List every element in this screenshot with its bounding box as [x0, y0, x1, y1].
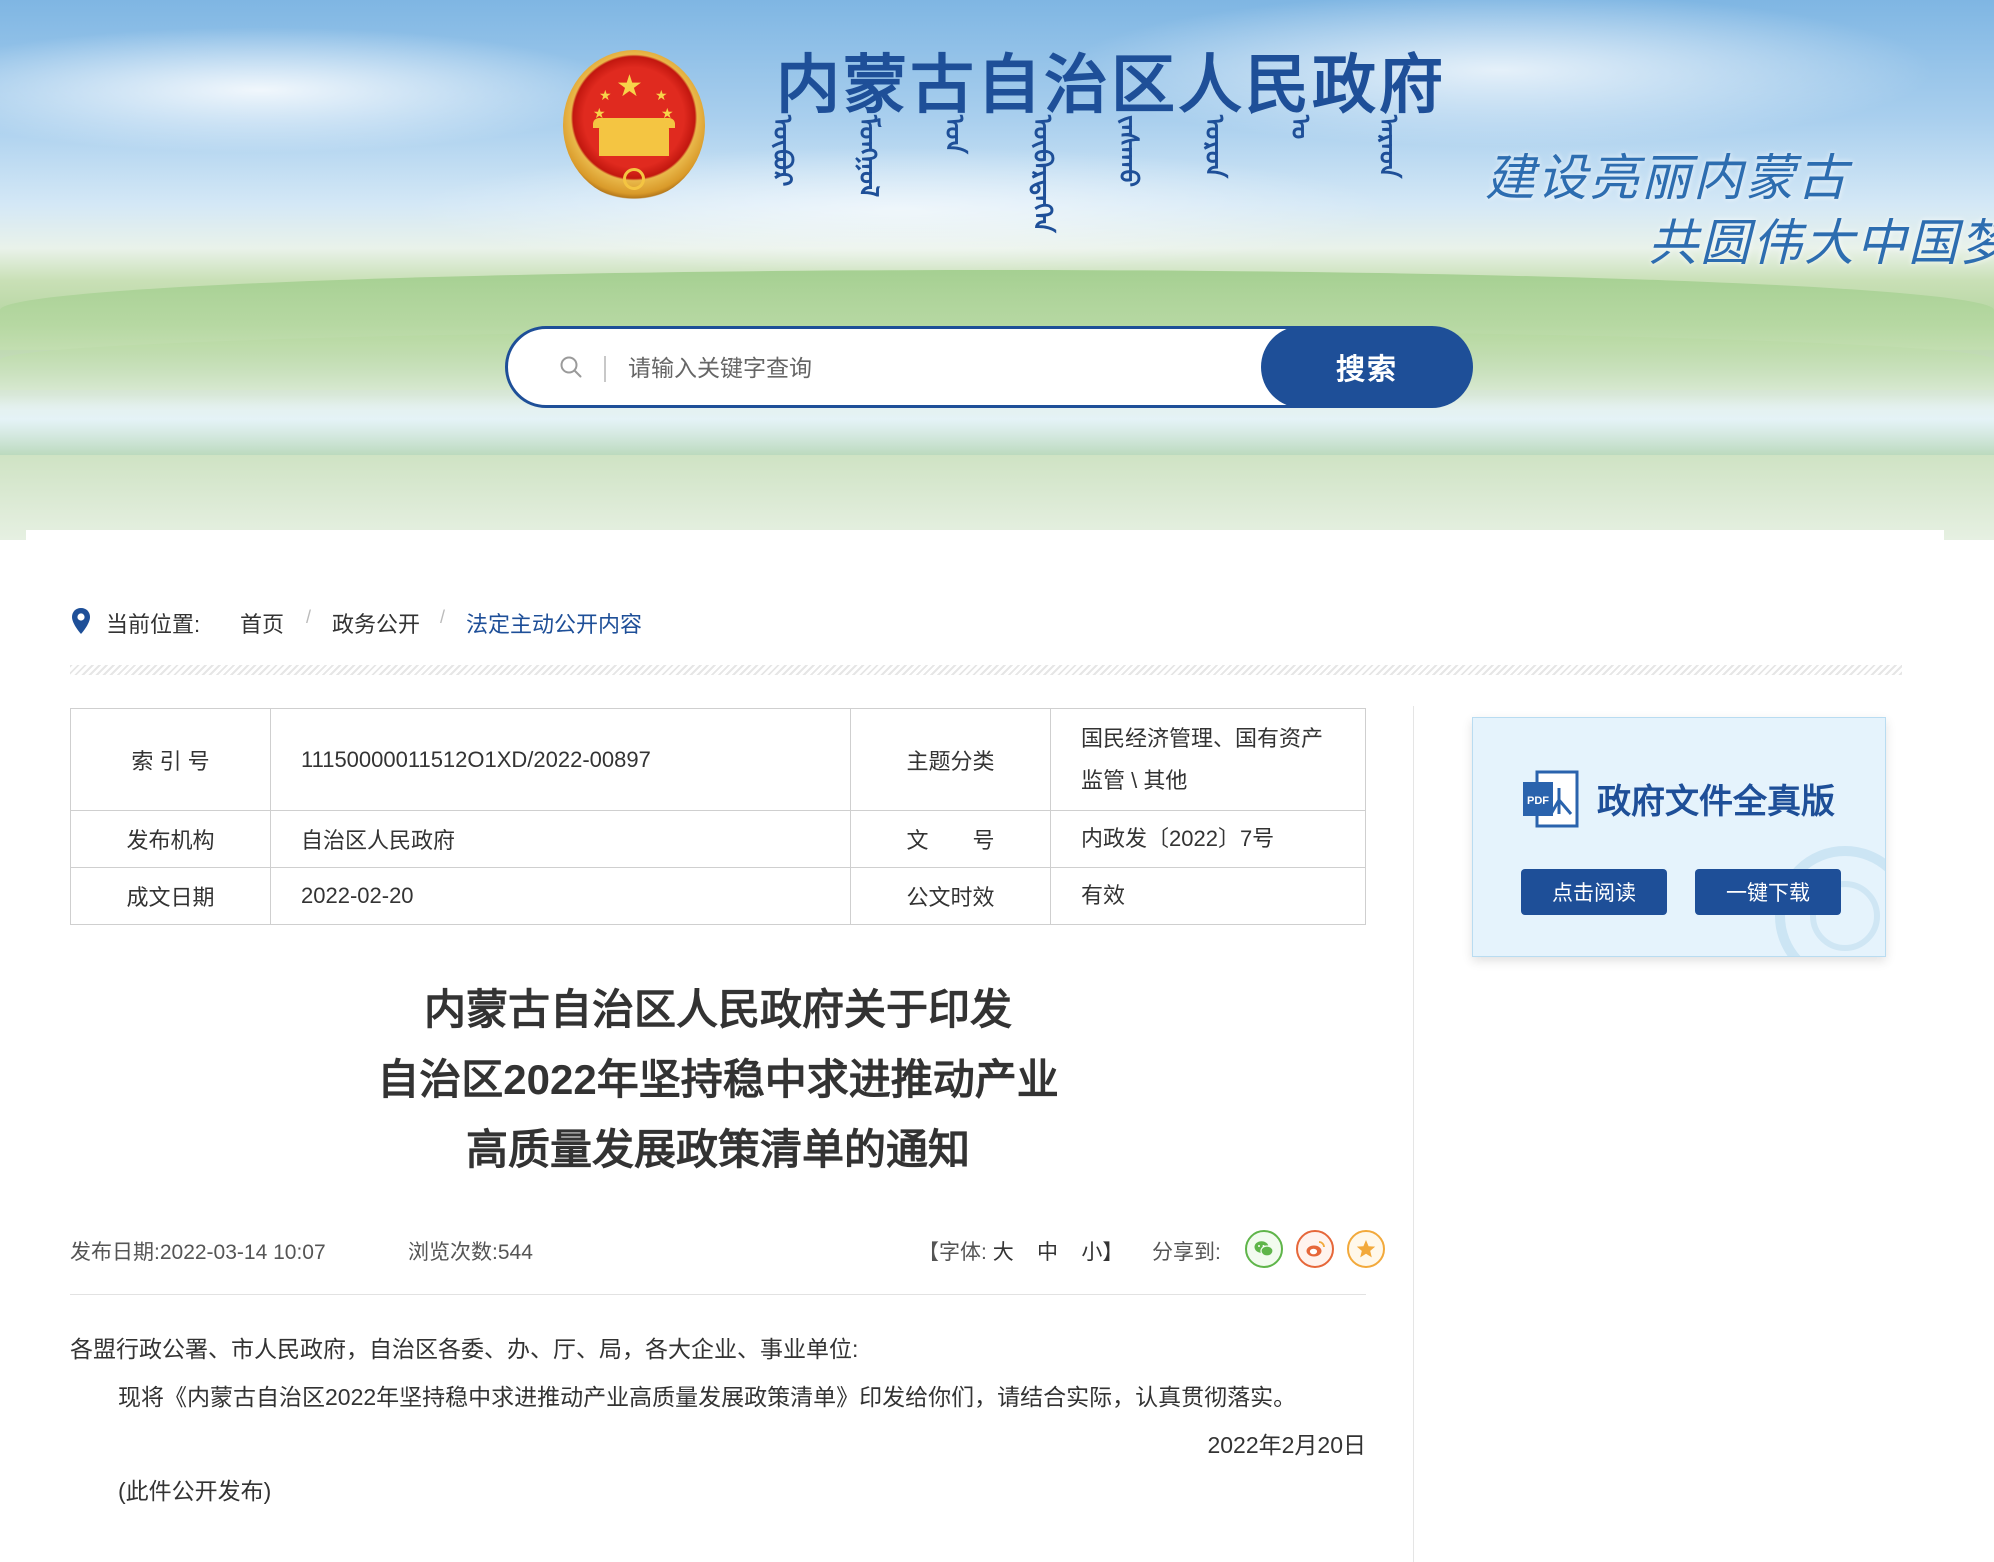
search-divider: [604, 356, 606, 382]
content-panel: 当前位置: 首页 / 政务公开 / 法定主动公开内容 索 引 号 1115000…: [26, 530, 1944, 1562]
meta-value: 内政发〔2022〕7号: [1050, 810, 1366, 868]
mongolian-title: ᠥᠪᠦᠷ ᠮᠣᠩᠭᠣᠯ ᠤᠨ ᠥᠪᠡᠷᠲᠡᠭᠡᠨ ᠵᠠᠰᠠᠬᠤ ᠣᠷᠣᠨ ᠤ ᠠ…: [768, 115, 1404, 233]
column-divider: [1413, 706, 1414, 1562]
meta-value: 自治区人民政府: [270, 810, 851, 868]
document-meta-table: 索 引 号 11150000011512O1XD/2022-00897 主题分类…: [70, 708, 1366, 925]
header-banner: ★ ★ ★ ★ ★ 内蒙古自治区人民政府 ᠥᠪᠦᠷ ᠮᠣᠩᠭᠣᠯ ᠤᠨ ᠥᠪᠡᠷ…: [0, 0, 1994, 540]
info-divider: [70, 1294, 1366, 1295]
search-bar: 搜索: [505, 326, 1473, 408]
font-size-control: 【字体: 大 中 小】: [918, 1236, 1123, 1266]
meta-value: 2022-02-20: [270, 867, 851, 925]
title-line: 内蒙古自治区人民政府关于印发: [423, 986, 1012, 1033]
signature-date: 2022年2月20日: [1207, 1432, 1366, 1458]
slogan-line-1: 建设亮丽内蒙古: [1485, 150, 1849, 206]
view-count: 浏览次数:544: [408, 1241, 533, 1264]
read-button[interactable]: 点击阅读: [1521, 869, 1667, 915]
divider-stripe: [70, 665, 1902, 675]
download-button[interactable]: 一键下载: [1695, 869, 1841, 915]
breadcrumb-current[interactable]: 法定主动公开内容: [466, 607, 642, 639]
font-size-label: 【字体:: [918, 1241, 987, 1264]
site-title[interactable]: 内蒙古自治区人民政府: [776, 34, 1446, 126]
meta-key: 文 号: [850, 810, 1051, 868]
search-icon: [560, 356, 582, 378]
breadcrumb-home[interactable]: 首页: [240, 607, 284, 639]
wechat-share-icon[interactable]: [1245, 1230, 1283, 1268]
weibo-share-icon[interactable]: [1296, 1230, 1334, 1268]
font-small-button[interactable]: 小】: [1081, 1241, 1123, 1264]
banner-meadow: [0, 455, 1994, 540]
publish-note: (此件公开发布): [118, 1478, 272, 1504]
breadcrumb-prefix: 当前位置:: [106, 612, 201, 637]
article-info-bar: 发布日期:2022-03-14 10:07 浏览次数:544 【字体: 大 中 …: [70, 1230, 1385, 1270]
meta-key: 索 引 号: [70, 708, 271, 811]
search-button[interactable]: 搜索: [1261, 326, 1473, 408]
table-row: 发布机构 自治区人民政府 文 号 内政发〔2022〕7号: [70, 810, 1366, 868]
font-large-button[interactable]: 大: [993, 1241, 1014, 1264]
meta-key: 主题分类: [850, 708, 1051, 811]
search-input[interactable]: [626, 347, 1190, 389]
table-row: 成文日期 2022-02-20 公文时效 有效: [70, 867, 1366, 925]
meta-key: 成文日期: [70, 867, 271, 925]
meta-value: 11150000011512O1XD/2022-00897: [270, 708, 851, 811]
national-emblem-icon: ★ ★ ★ ★ ★: [563, 50, 705, 200]
svg-text:PDF: PDF: [1527, 795, 1549, 807]
body-paragraph: 现将《内蒙古自治区2022年坚持稳中求进推动产业高质量发展政策清单》印发给你们，…: [118, 1384, 1297, 1410]
breadcrumb-separator: /: [440, 607, 446, 627]
meta-value: 国民经济管理、国有资产监管 \ 其他: [1050, 708, 1366, 811]
meta-key: 发布机构: [70, 810, 271, 868]
document-title: 内蒙古自治区人民政府关于印发 自治区2022年坚持稳中求进推动产业 高质量发展政…: [70, 975, 1366, 1185]
font-medium-button[interactable]: 中: [1037, 1241, 1058, 1264]
pdf-icon: PDF: [1523, 770, 1579, 828]
meta-value: 有效: [1050, 867, 1366, 925]
salutation: 各盟行政公署、市人民政府，自治区各委、办、厅、局，各大企业、事业单位:: [70, 1336, 859, 1362]
card-title: 政府文件全真版: [1597, 784, 1835, 821]
location-pin-icon: [72, 608, 90, 634]
share-label: 分享到:: [1152, 1241, 1221, 1264]
favorite-star-icon[interactable]: [1347, 1230, 1385, 1268]
table-row: 索 引 号 11150000011512O1XD/2022-00897 主题分类…: [70, 708, 1366, 811]
title-line: 自治区2022年坚持稳中求进推动产业: [377, 1056, 1059, 1103]
full-text-card: PDF 政府文件全真版 点击阅读 一键下载: [1472, 717, 1886, 957]
title-line: 高质量发展政策清单的通知: [465, 1126, 970, 1173]
meta-key: 公文时效: [850, 867, 1051, 925]
publish-date: 发布日期:2022-03-14 10:07: [70, 1241, 326, 1264]
breadcrumb-gov-affairs[interactable]: 政务公开: [332, 607, 420, 639]
slogan-line-2: 共圆伟大中国梦: [1648, 215, 1994, 271]
breadcrumb-separator: /: [306, 607, 312, 627]
